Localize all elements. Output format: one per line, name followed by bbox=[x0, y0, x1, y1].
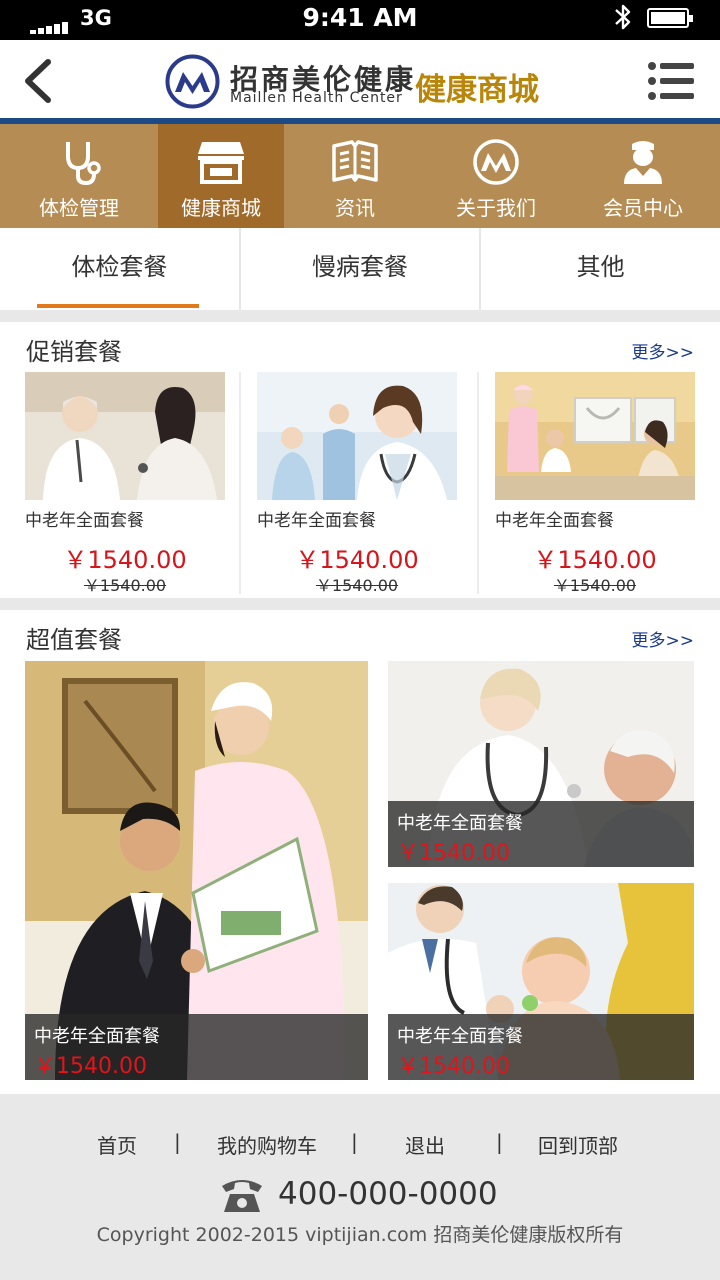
tile-caption: 中老年全面套餐 ￥1540.00 bbox=[388, 801, 694, 867]
store-icon bbox=[196, 138, 246, 186]
nav-item-label: 体检管理 bbox=[39, 196, 119, 220]
bluetooth-icon bbox=[612, 2, 634, 39]
promo-card[interactable]: 中老年全面套餐 ￥1540.00 ￥1540.00 bbox=[257, 372, 457, 595]
footer-link-home[interactable]: 首页 bbox=[97, 1130, 137, 1159]
product-price: ￥1540.00 bbox=[533, 546, 657, 574]
doctor-icon bbox=[618, 138, 668, 186]
nav-item-news[interactable]: 资讯 bbox=[284, 124, 426, 228]
footer-link-logout[interactable]: 退出 bbox=[405, 1130, 445, 1159]
status-bar: 3G 9:41 AM bbox=[0, 0, 720, 40]
product-original-price: ￥1540.00 bbox=[553, 576, 637, 595]
card-divider bbox=[477, 372, 479, 594]
product-price: ￥1540.00 bbox=[295, 546, 419, 574]
product-price: ￥1540.00 bbox=[397, 841, 510, 866]
promo-more-link[interactable]: 更多>> bbox=[632, 338, 695, 363]
product-image bbox=[25, 372, 225, 500]
value-card[interactable]: 中老年全面套餐 ￥1540.00 bbox=[388, 883, 694, 1080]
product-name: 中老年全面套餐 bbox=[34, 1026, 160, 1047]
category-tabs: 体检套餐 慢病套餐 其他 bbox=[0, 228, 720, 310]
brand-name-en: Maillen Health Center bbox=[230, 90, 403, 106]
product-name: 中老年全面套餐 bbox=[257, 511, 376, 531]
nav-item-label: 资讯 bbox=[335, 196, 375, 220]
page-title: 健康商城 bbox=[415, 72, 539, 108]
promo-card[interactable]: 中老年全面套餐 ￥1540.00 ￥1540.00 bbox=[495, 372, 695, 595]
book-icon bbox=[330, 138, 380, 186]
footer-separator: | bbox=[351, 1130, 358, 1154]
stethoscope-icon bbox=[54, 138, 104, 186]
nav-item-label: 会员中心 bbox=[603, 196, 683, 220]
page-footer: 首页 | 我的购物车 | 退出 | 回到顶部 400-000-0000 Copy… bbox=[0, 1094, 720, 1280]
app-header: 招商美伦健康 Maillen Health Center 健康商城 bbox=[0, 40, 720, 120]
product-original-price: ￥1540.00 bbox=[315, 576, 399, 595]
nav-item-member[interactable]: 会员中心 bbox=[566, 124, 720, 228]
brand-logo-icon bbox=[165, 54, 220, 109]
product-price: ￥1540.00 bbox=[34, 1054, 147, 1079]
product-original-price: ￥1540.00 bbox=[83, 576, 167, 595]
footer-link-back-to-top[interactable]: 回到顶部 bbox=[538, 1130, 618, 1159]
product-name: 中老年全面套餐 bbox=[495, 511, 614, 531]
value-card[interactable]: 中老年全面套餐 ￥1540.00 bbox=[388, 661, 694, 867]
tile-caption: 中老年全面套餐 ￥1540.00 bbox=[388, 1014, 694, 1080]
menu-button[interactable] bbox=[646, 60, 696, 102]
nav-item-checkup[interactable]: 体检管理 bbox=[0, 124, 158, 228]
product-price: ￥1540.00 bbox=[397, 1054, 510, 1079]
footer-separator: | bbox=[174, 1130, 181, 1154]
promo-section-title: 促销套餐 bbox=[26, 338, 122, 366]
nav-item-label: 健康商城 bbox=[181, 196, 261, 220]
product-price: ￥1540.00 bbox=[63, 546, 187, 574]
value-more-link[interactable]: 更多>> bbox=[632, 626, 695, 651]
product-name: 中老年全面套餐 bbox=[397, 1026, 523, 1047]
telephone-icon bbox=[220, 1174, 264, 1214]
footer-separator: | bbox=[496, 1130, 503, 1154]
value-card[interactable]: 中老年全面套餐 ￥1540.00 bbox=[25, 661, 368, 1080]
back-button[interactable] bbox=[14, 54, 64, 108]
battery-icon bbox=[647, 8, 693, 28]
section-divider bbox=[0, 598, 720, 610]
promo-card[interactable]: 中老年全面套餐 ￥1540.00 ￥1540.00 bbox=[25, 372, 225, 595]
nav-item-label: 关于我们 bbox=[456, 196, 536, 220]
product-image bbox=[257, 372, 457, 500]
value-section-title: 超值套餐 bbox=[26, 626, 122, 654]
footer-links: 首页 | 我的购物车 | 退出 | 回到顶部 bbox=[0, 1130, 720, 1160]
section-divider bbox=[0, 310, 720, 322]
footer-link-cart[interactable]: 我的购物车 bbox=[217, 1130, 317, 1159]
hamburger-menu-icon bbox=[648, 62, 694, 100]
copyright: Copyright 2002-2015 viptijian.com 招商美伦健康… bbox=[96, 1224, 624, 1246]
chevron-left-icon bbox=[25, 59, 51, 103]
product-name: 中老年全面套餐 bbox=[25, 511, 144, 531]
tab-checkup-package[interactable]: 体检套餐 bbox=[0, 228, 239, 310]
nav-item-about[interactable]: 关于我们 bbox=[426, 124, 566, 228]
product-image bbox=[495, 372, 695, 500]
brand-logo-icon bbox=[471, 138, 521, 186]
tab-other[interactable]: 其他 bbox=[479, 228, 720, 310]
main-nav: 体检管理 健康商城 资讯 关于我们 会员中心 bbox=[0, 124, 720, 228]
nav-item-shop[interactable]: 健康商城 bbox=[158, 124, 284, 228]
tab-chronic-package[interactable]: 慢病套餐 bbox=[238, 228, 480, 310]
product-name: 中老年全面套餐 bbox=[397, 813, 523, 834]
tile-caption: 中老年全面套餐 ￥1540.00 bbox=[25, 1014, 368, 1080]
phone-number: 400-000-0000 bbox=[278, 1176, 498, 1212]
card-divider bbox=[239, 372, 241, 594]
